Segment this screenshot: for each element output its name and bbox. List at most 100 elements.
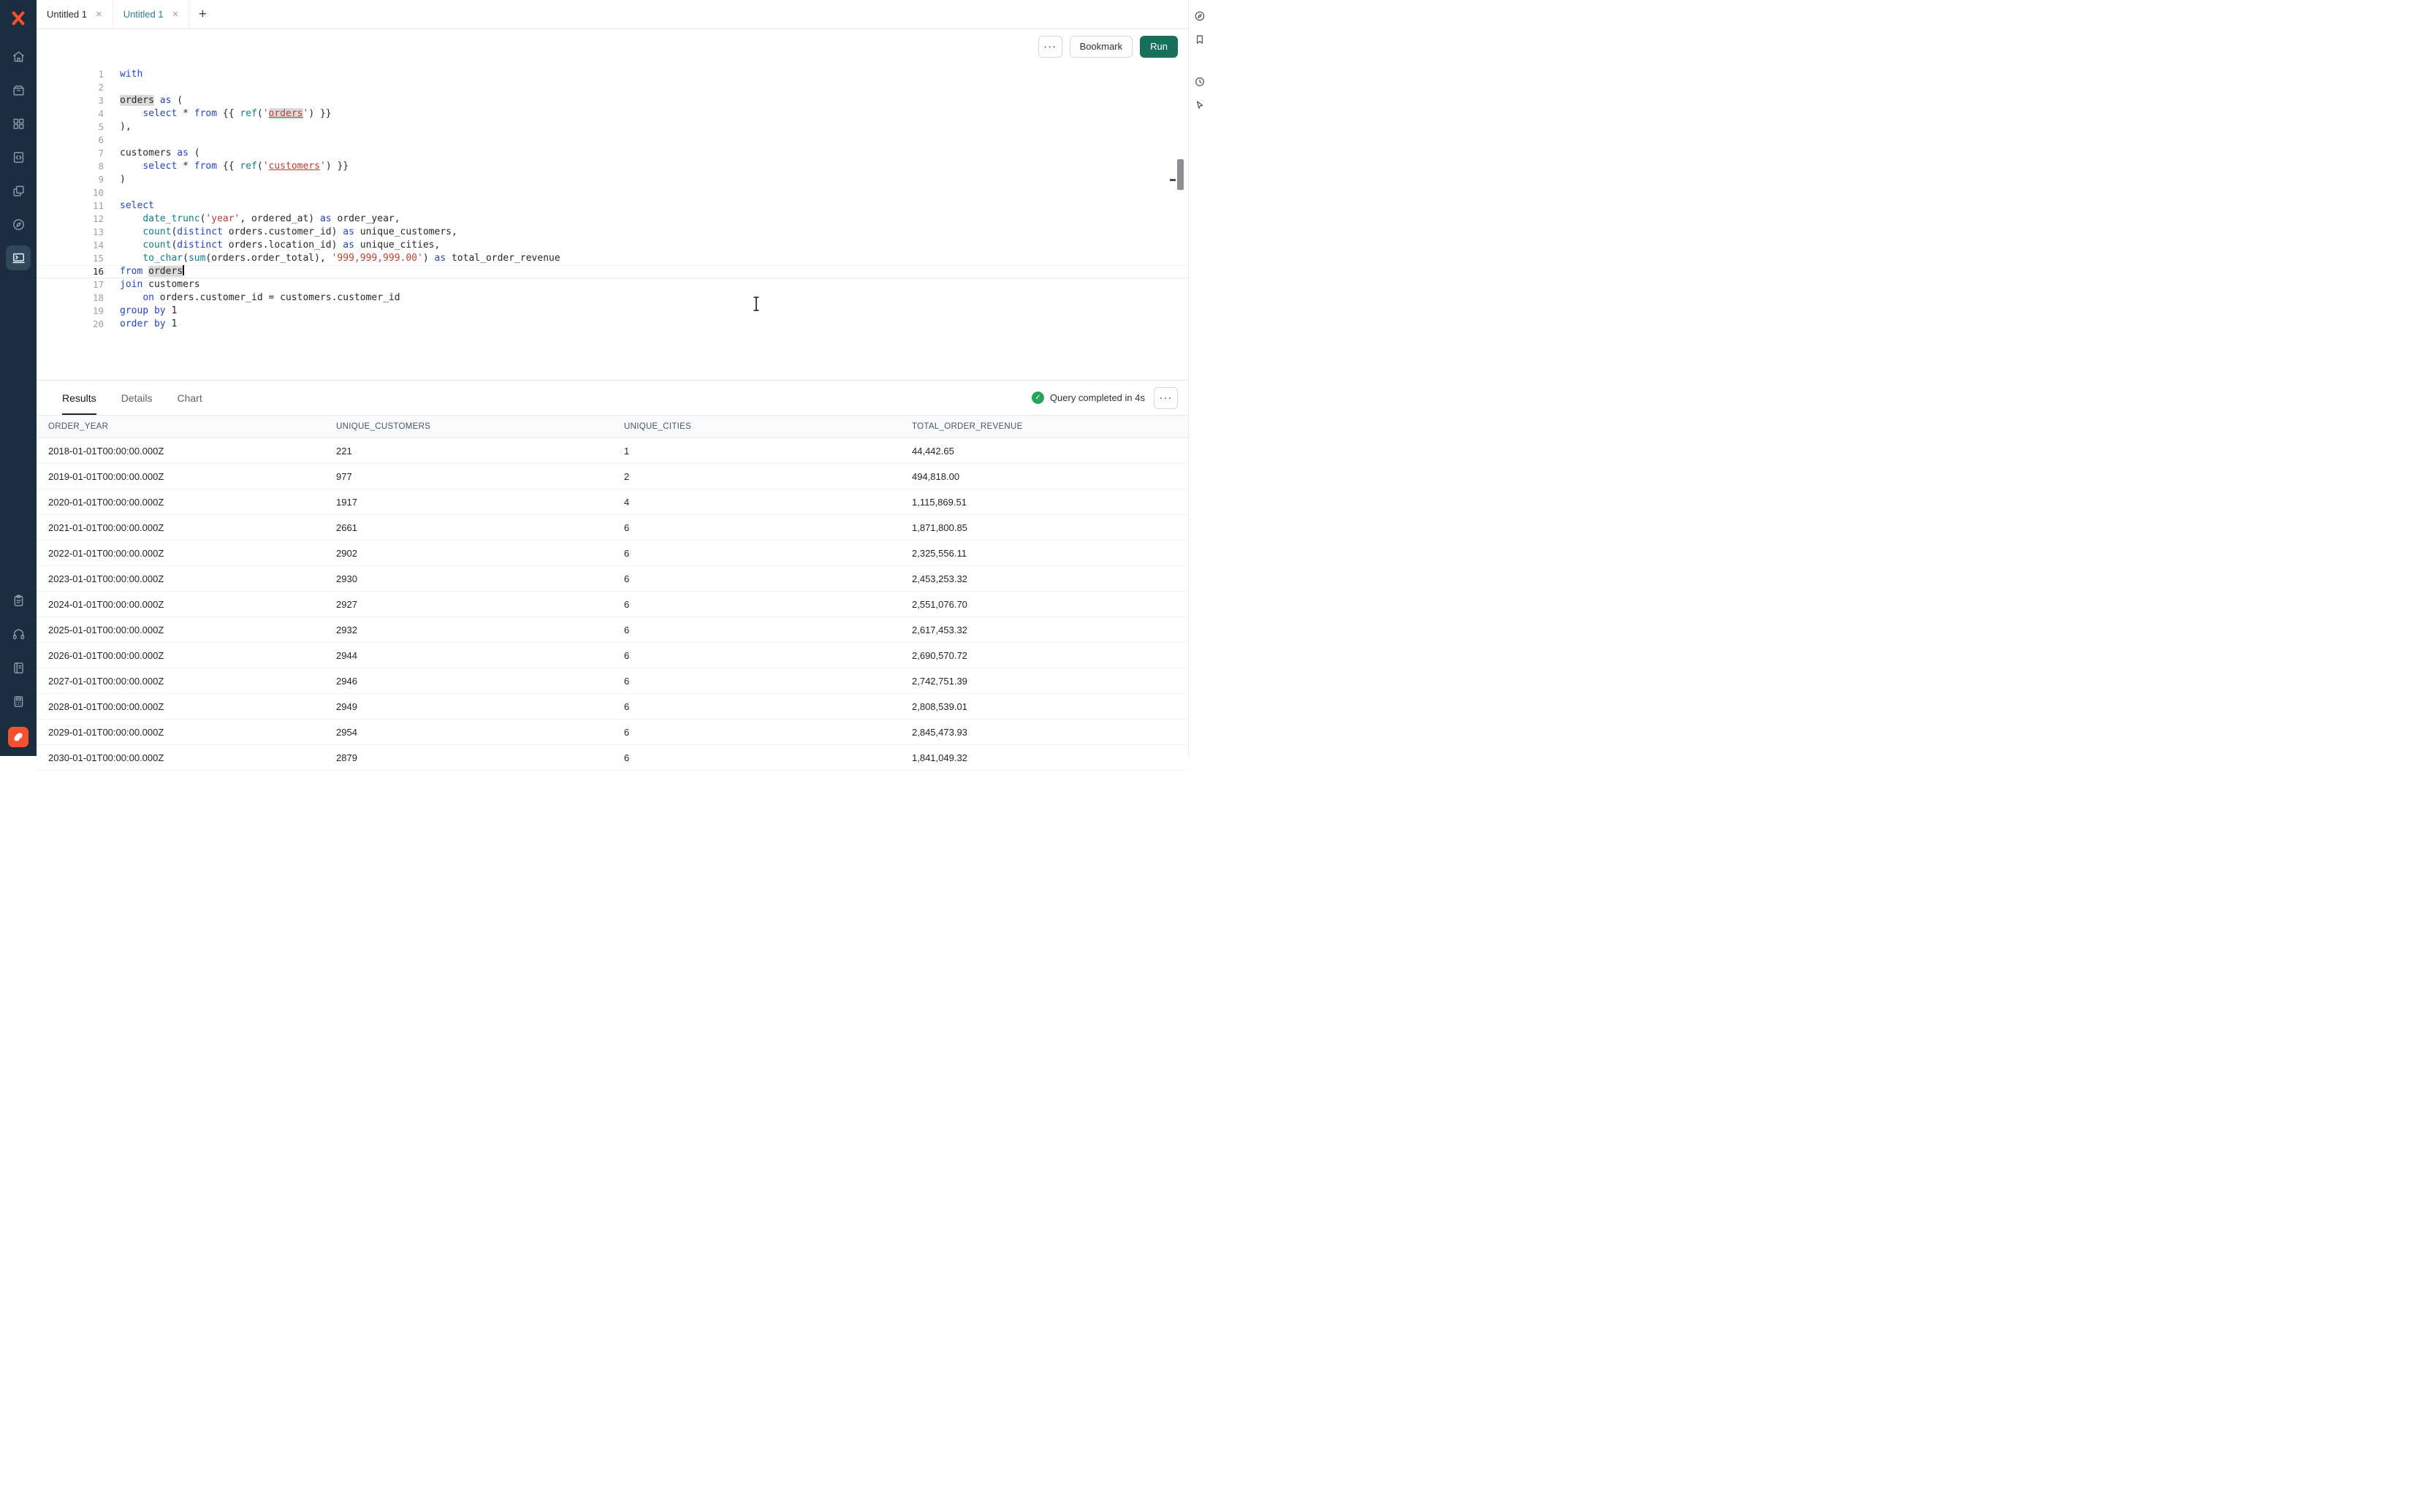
run-button[interactable]: Run (1140, 36, 1178, 58)
table-row[interactable]: 2025-01-01T00:00:00.000Z293262,617,453.3… (37, 617, 1188, 643)
table-row[interactable]: 2024-01-01T00:00:00.000Z292762,551,076.7… (37, 592, 1188, 617)
code-line-9[interactable]: 9) (37, 173, 1188, 186)
bookmark-button[interactable]: Bookmark (1070, 36, 1133, 58)
sidebar-item-explore-compass[interactable] (6, 212, 31, 237)
code-line-19[interactable]: 19group by 1 (37, 305, 1188, 318)
table-row[interactable]: 2030-01-01T00:00:00.000Z287961,841,049.3… (37, 745, 1188, 771)
table-row[interactable]: 2026-01-01T00:00:00.000Z294462,690,570.7… (37, 643, 1188, 668)
code-line-12[interactable]: 12 date_trunc('year', ordered_at) as ord… (37, 213, 1188, 226)
sidebar-item-windows[interactable] (6, 178, 31, 203)
sidebar-item-support-headset[interactable] (6, 622, 31, 646)
code-token: distinct (177, 240, 223, 251)
sidebar-item-apps-grid[interactable] (6, 111, 31, 136)
sidebar-item-storage[interactable] (6, 77, 31, 102)
code-token: ) }} (308, 108, 331, 119)
code-text: group by 1 (120, 305, 177, 318)
sidebar-item-calculator[interactable] (6, 689, 31, 714)
code-token: orders.customer_id) (223, 226, 343, 237)
code-line-10[interactable]: 10 (37, 186, 1188, 199)
windows-icon (12, 184, 26, 198)
tab-details[interactable]: Details (121, 381, 153, 415)
code-line-1[interactable]: 1with (37, 68, 1188, 81)
code-line-3[interactable]: 3orders as ( (37, 94, 1188, 107)
line-number: 8 (37, 160, 120, 173)
table-row[interactable]: 2021-01-01T00:00:00.000Z266161,871,800.8… (37, 515, 1188, 541)
code-line-16[interactable]: 16from orders (37, 265, 1188, 278)
sidebar-item-history[interactable] (1191, 73, 1209, 91)
line-number: 13 (37, 226, 120, 239)
tab-results[interactable]: Results (62, 381, 96, 415)
main-area: Untitled 1 × Untitled 1 × + ··· Bookmark… (37, 0, 1188, 756)
code-line-5[interactable]: 5), (37, 121, 1188, 134)
table-row[interactable]: 2019-01-01T00:00:00.000Z9772494,818.00 (37, 464, 1188, 489)
sidebar-item-home[interactable] (6, 44, 31, 69)
line-number: 14 (37, 239, 120, 252)
sidebar-item-terminal[interactable] (6, 245, 31, 270)
table-row[interactable]: 2028-01-01T00:00:00.000Z294962,808,539.0… (37, 694, 1188, 719)
code-token: select (142, 108, 177, 119)
table-row[interactable]: 2027-01-01T00:00:00.000Z294662,742,751.3… (37, 668, 1188, 694)
tab-chart[interactable]: Chart (177, 381, 202, 415)
sidebar-item-clipboard[interactable] (6, 588, 31, 613)
line-number: 2 (37, 81, 120, 94)
code-line-8[interactable]: 8 select * from {{ ref('customers') }} (37, 160, 1188, 173)
table-row[interactable]: 2023-01-01T00:00:00.000Z293062,453,253.3… (37, 566, 1188, 592)
table-cell: 2,453,253.32 (900, 573, 1188, 584)
table-row[interactable]: 2018-01-01T00:00:00.000Z221144,442.65 (37, 438, 1188, 464)
code-line-2[interactable]: 2 (37, 81, 1188, 94)
code-line-18[interactable]: 18 on orders.customer_id = customers.cus… (37, 291, 1188, 305)
results-more-button[interactable]: ··· (1154, 387, 1178, 409)
tab-close-icon[interactable]: × (96, 9, 102, 20)
tab-untitled-1[interactable]: Untitled 1 × (37, 0, 113, 28)
code-token: {{ (217, 108, 240, 119)
table-row[interactable]: 2020-01-01T00:00:00.000Z191741,115,869.5… (37, 489, 1188, 515)
code-line-14[interactable]: 14 count(distinct orders.location_id) as… (37, 239, 1188, 252)
table-cell: 2946 (324, 676, 612, 687)
table-row[interactable]: 2022-01-01T00:00:00.000Z290262,325,556.1… (37, 541, 1188, 566)
code-token (120, 292, 142, 303)
code-line-13[interactable]: 13 count(distinct orders.customer_id) as… (37, 226, 1188, 239)
sql-editor[interactable]: 1with23orders as (4 select * from {{ ref… (37, 64, 1188, 380)
line-number: 16 (37, 265, 120, 278)
sidebar-item-notebook[interactable] (6, 655, 31, 680)
code-token: , ordered_at) (240, 213, 320, 224)
app-logo[interactable] (6, 6, 31, 31)
tab-close-icon[interactable]: × (172, 9, 179, 20)
code-line-4[interactable]: 4 select * from {{ ref('orders') }} (37, 107, 1188, 121)
code-token: group by (120, 305, 166, 316)
code-line-11[interactable]: 11select (37, 199, 1188, 213)
user-avatar[interactable] (8, 727, 28, 747)
tab-bar: Untitled 1 × Untitled 1 × + (37, 0, 1188, 29)
code-token: unique_customers, (354, 226, 457, 237)
sidebar-item-code-file[interactable] (6, 145, 31, 169)
line-number: 5 (37, 121, 120, 134)
editor-toolbar: ··· Bookmark Run (37, 29, 1188, 64)
code-line-15[interactable]: 15 to_char(sum(orders.order_total), '999… (37, 252, 1188, 265)
editor-scrollbar-thumb[interactable] (1177, 159, 1184, 190)
table-row[interactable]: 2029-01-01T00:00:00.000Z295462,845,473.9… (37, 719, 1188, 745)
table-cell: 2930 (324, 573, 612, 584)
code-token: as (177, 148, 189, 159)
table-cell: 1,841,049.32 (900, 752, 1188, 763)
results-panel: Results Details Chart ✓ Query completed … (37, 380, 1188, 771)
code-token: order_year, (332, 213, 400, 224)
code-line-20[interactable]: 20order by 1 (37, 318, 1188, 331)
table-cell: 2,742,751.39 (900, 676, 1188, 687)
sidebar-item-compass[interactable] (1191, 7, 1209, 25)
code-line-6[interactable]: 6 (37, 134, 1188, 147)
code-line-7[interactable]: 7customers as ( (37, 147, 1188, 160)
more-options-button[interactable]: ··· (1038, 36, 1062, 58)
sidebar-item-bookmark[interactable] (1191, 31, 1209, 48)
code-line-17[interactable]: 17join customers (37, 278, 1188, 291)
tab-untitled-2[interactable]: Untitled 1 × (113, 0, 190, 28)
new-tab-button[interactable]: + (189, 0, 216, 28)
code-token: 1 (166, 318, 178, 329)
table-cell: 2902 (324, 548, 612, 559)
tab-label: Results (62, 392, 96, 404)
sidebar-item-pointer[interactable] (1191, 96, 1209, 114)
code-text: from orders (120, 265, 184, 278)
table-cell: 6 (612, 599, 900, 610)
code-token: ) (423, 253, 435, 264)
text-cursor (183, 265, 184, 275)
code-text: customers as ( (120, 147, 200, 160)
